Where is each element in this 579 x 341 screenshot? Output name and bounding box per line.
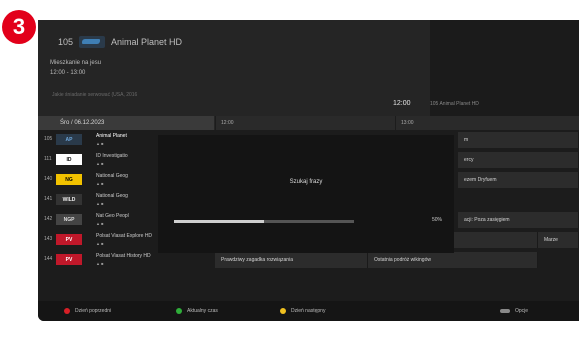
channel-number: 105 <box>58 37 74 47</box>
channel-name: National Geog ▲ ■ <box>96 173 128 187</box>
channel-header: 105 Animal Planet HD <box>58 36 182 48</box>
channel-number: 143 <box>44 236 53 242</box>
remote-icon <box>500 309 510 313</box>
search-dialog: Szukaj frazy 50% <box>158 135 454 253</box>
red-dot-icon <box>64 308 70 314</box>
program-cell[interactable]: Ostatnia podróż wikingów <box>368 252 538 268</box>
current-time: 12:00 <box>393 100 411 107</box>
channel-name: Animal Planet ▲ ■ <box>96 133 127 147</box>
search-title: Szukaj frazy <box>289 179 323 185</box>
channel-number: 142 <box>44 216 53 222</box>
channel-flags: ▲ ■ <box>96 141 104 146</box>
channel-flags: ▲ ■ <box>96 181 104 186</box>
channel-logo-icon: WILD <box>56 194 82 205</box>
footer-bar: Dzień poprzedni Aktualny czas Dzień nast… <box>38 301 579 321</box>
red-key[interactable]: Dzień poprzedni <box>64 308 111 314</box>
program-cell[interactable]: ercy <box>458 152 579 168</box>
channel-name: Animal Planet HD <box>111 37 183 47</box>
options-label: Opcje <box>515 308 529 314</box>
channel-title: National Geog <box>96 173 128 179</box>
program-cell[interactable]: m <box>458 132 579 148</box>
red-key-label: Dzień poprzedni <box>75 308 112 314</box>
time-slot: 13:00 <box>395 116 579 130</box>
channel-flags: ▲ ■ <box>96 161 104 166</box>
progress-bar <box>174 220 354 223</box>
channel-flags: ▲ ■ <box>96 241 104 246</box>
current-channel: 105 Animal Planet HD <box>430 101 479 107</box>
channel-title: ID Investigatio <box>96 153 128 159</box>
time-slot: 12:00 <box>215 116 395 130</box>
step-badge: 3 <box>2 10 36 44</box>
program-time: 12:00 - 13:00 <box>50 70 86 76</box>
channel-flags: ▲ ■ <box>96 201 104 206</box>
progress-fill <box>174 220 264 223</box>
channel-logo-icon: AP <box>56 134 82 145</box>
channel-logo-icon: NGP <box>56 214 82 225</box>
progress-percent: 50% <box>431 217 442 223</box>
channel-logo-icon: ID <box>56 154 82 165</box>
green-dot-icon <box>176 308 182 314</box>
program-cell[interactable]: ezem Dryfuem <box>458 172 579 188</box>
channel-flags: ▲ ■ <box>96 261 104 266</box>
program-info: Mieszkanie na jesu 12:00 - 13:00 <box>50 58 101 78</box>
green-key-label: Aktualny czas <box>187 308 218 314</box>
channel-number: 111 <box>44 156 52 162</box>
channel-title: Animal Planet <box>96 133 127 139</box>
channel-title: Nat Geo Peopl <box>96 213 129 219</box>
program-cell[interactable]: Marze <box>538 232 579 248</box>
channel-number: 141 <box>44 196 53 202</box>
channel-title: National Geog <box>96 193 128 199</box>
preview-panel <box>430 20 579 130</box>
channel-number: 140 <box>44 176 53 182</box>
channel-logo-icon: PV <box>56 254 82 265</box>
channel-flags: ▲ ■ <box>96 221 104 226</box>
program-title: Mieszkanie na jesu <box>50 60 102 66</box>
channel-name: Nat Geo Peopl ▲ ■ <box>96 213 129 227</box>
channel-name: ID Investigatio ▲ ■ <box>96 153 128 167</box>
channel-title: Polsat Viasat Explore HD <box>96 233 153 239</box>
yellow-dot-icon <box>280 308 286 314</box>
channel-name: National Geog ▲ ■ <box>96 193 128 207</box>
channel-name: Polsat Viasat History HD ▲ ■ <box>96 253 151 267</box>
channel-title: Polsat Viasat History HD <box>96 253 151 259</box>
channel-number: 105 <box>44 136 53 142</box>
yellow-key[interactable]: Dzień następny <box>280 308 325 314</box>
program-cell[interactable]: acji: Poza zasięgiem <box>458 212 579 228</box>
program-description: Jakie śniadanie serwować (USA, 2016 <box>52 92 138 98</box>
program-header: 105 Animal Planet HD Mieszkanie na jesu … <box>38 20 579 130</box>
channel-logo-icon <box>79 36 106 48</box>
channel-logo-icon: NG <box>56 174 82 185</box>
program-cell[interactable]: Prawdziwy zagadka rozwiązania <box>215 252 368 268</box>
channel-name: Polsat Viasat Explore HD ▲ ■ <box>96 233 152 247</box>
channel-number: 144 <box>44 256 53 262</box>
options-key[interactable]: Opcje <box>500 308 528 314</box>
date-label: Śro / 06.12.2023 <box>38 116 214 130</box>
tv-screen: 105 Animal Planet HD Mieszkanie na jesu … <box>38 20 579 321</box>
channel-row[interactable]: 144 PV Polsat Viasat History HD ▲ ■ Prawdziw… <box>38 251 579 269</box>
channel-logo-icon: PV <box>56 234 82 245</box>
yellow-key-label: Dzień następny <box>291 308 326 314</box>
green-key[interactable]: Aktualny czas <box>176 308 218 314</box>
